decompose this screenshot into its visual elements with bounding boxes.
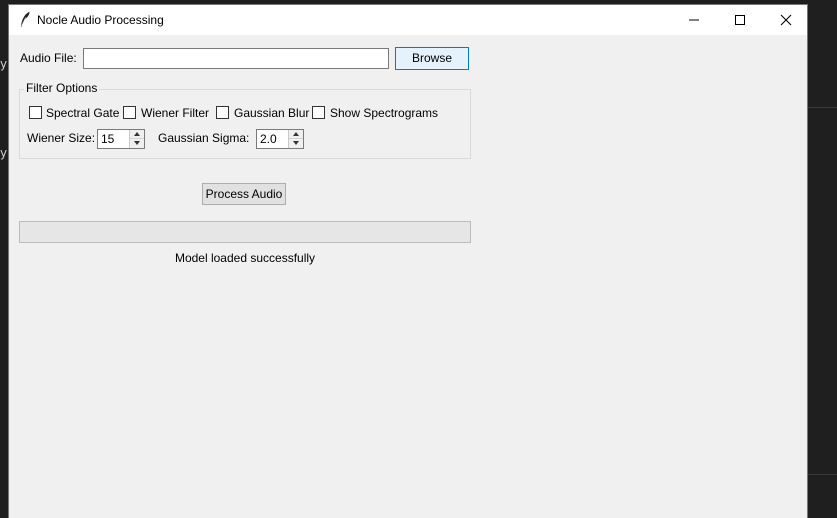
spin-up-button[interactable] (130, 130, 144, 139)
browse-button[interactable]: Browse (395, 47, 469, 70)
audio-file-input[interactable] (83, 48, 389, 69)
wiener-filter-label[interactable]: Wiener Filter (141, 106, 209, 120)
show-spectrograms-label[interactable]: Show Spectrograms (330, 106, 438, 120)
spin-down-button[interactable] (289, 139, 303, 148)
feather-icon (19, 11, 31, 28)
spectral-gate-checkbox[interactable] (29, 106, 42, 119)
gaussian-sigma-value[interactable]: 2.0 (260, 132, 277, 146)
gaussian-blur-label[interactable]: Gaussian Blur (234, 106, 309, 120)
title-bar[interactable]: Nocle Audio Processing (9, 5, 807, 35)
maximize-icon (735, 15, 745, 25)
status-label: Model loaded successfully (174, 251, 316, 265)
gaussian-blur-checkbox[interactable] (216, 106, 229, 119)
spin-arrows (129, 130, 144, 148)
arrow-up-icon (293, 132, 299, 136)
wiener-size-label: Wiener Size: (27, 131, 96, 145)
spin-up-button[interactable] (289, 130, 303, 139)
close-button[interactable] (763, 5, 809, 35)
filter-options-title: Filter Options (24, 81, 100, 95)
spin-down-button[interactable] (130, 139, 144, 148)
wiener-size-value[interactable]: 15 (101, 132, 114, 146)
arrow-down-icon (134, 141, 140, 145)
gaussian-sigma-label: Gaussian Sigma: (158, 131, 250, 145)
wiener-size-spinbox[interactable]: 15 (97, 129, 145, 149)
background-divider (808, 474, 837, 475)
maximize-button[interactable] (717, 5, 763, 35)
minimize-button[interactable] (671, 5, 717, 35)
minimize-icon (689, 19, 699, 21)
process-audio-button[interactable]: Process Audio (202, 183, 286, 205)
wiener-filter-checkbox[interactable] (123, 106, 136, 119)
close-icon (780, 14, 792, 26)
background-text-fragment: y (0, 146, 8, 160)
window-title: Nocle Audio Processing (37, 13, 164, 27)
spin-arrows (288, 130, 303, 148)
progress-bar (19, 221, 471, 243)
audio-file-label: Audio File: (20, 51, 77, 65)
arrow-up-icon (134, 132, 140, 136)
filter-options-group (19, 89, 471, 159)
background-divider (808, 107, 837, 108)
spectral-gate-label[interactable]: Spectral Gate (46, 106, 119, 120)
arrow-down-icon (293, 141, 299, 145)
show-spectrograms-checkbox[interactable] (312, 106, 325, 119)
background-text-fragment: y (0, 57, 8, 71)
gaussian-sigma-spinbox[interactable]: 2.0 (256, 129, 304, 149)
app-window: Nocle Audio Processing Audio File: Brows… (8, 4, 808, 518)
